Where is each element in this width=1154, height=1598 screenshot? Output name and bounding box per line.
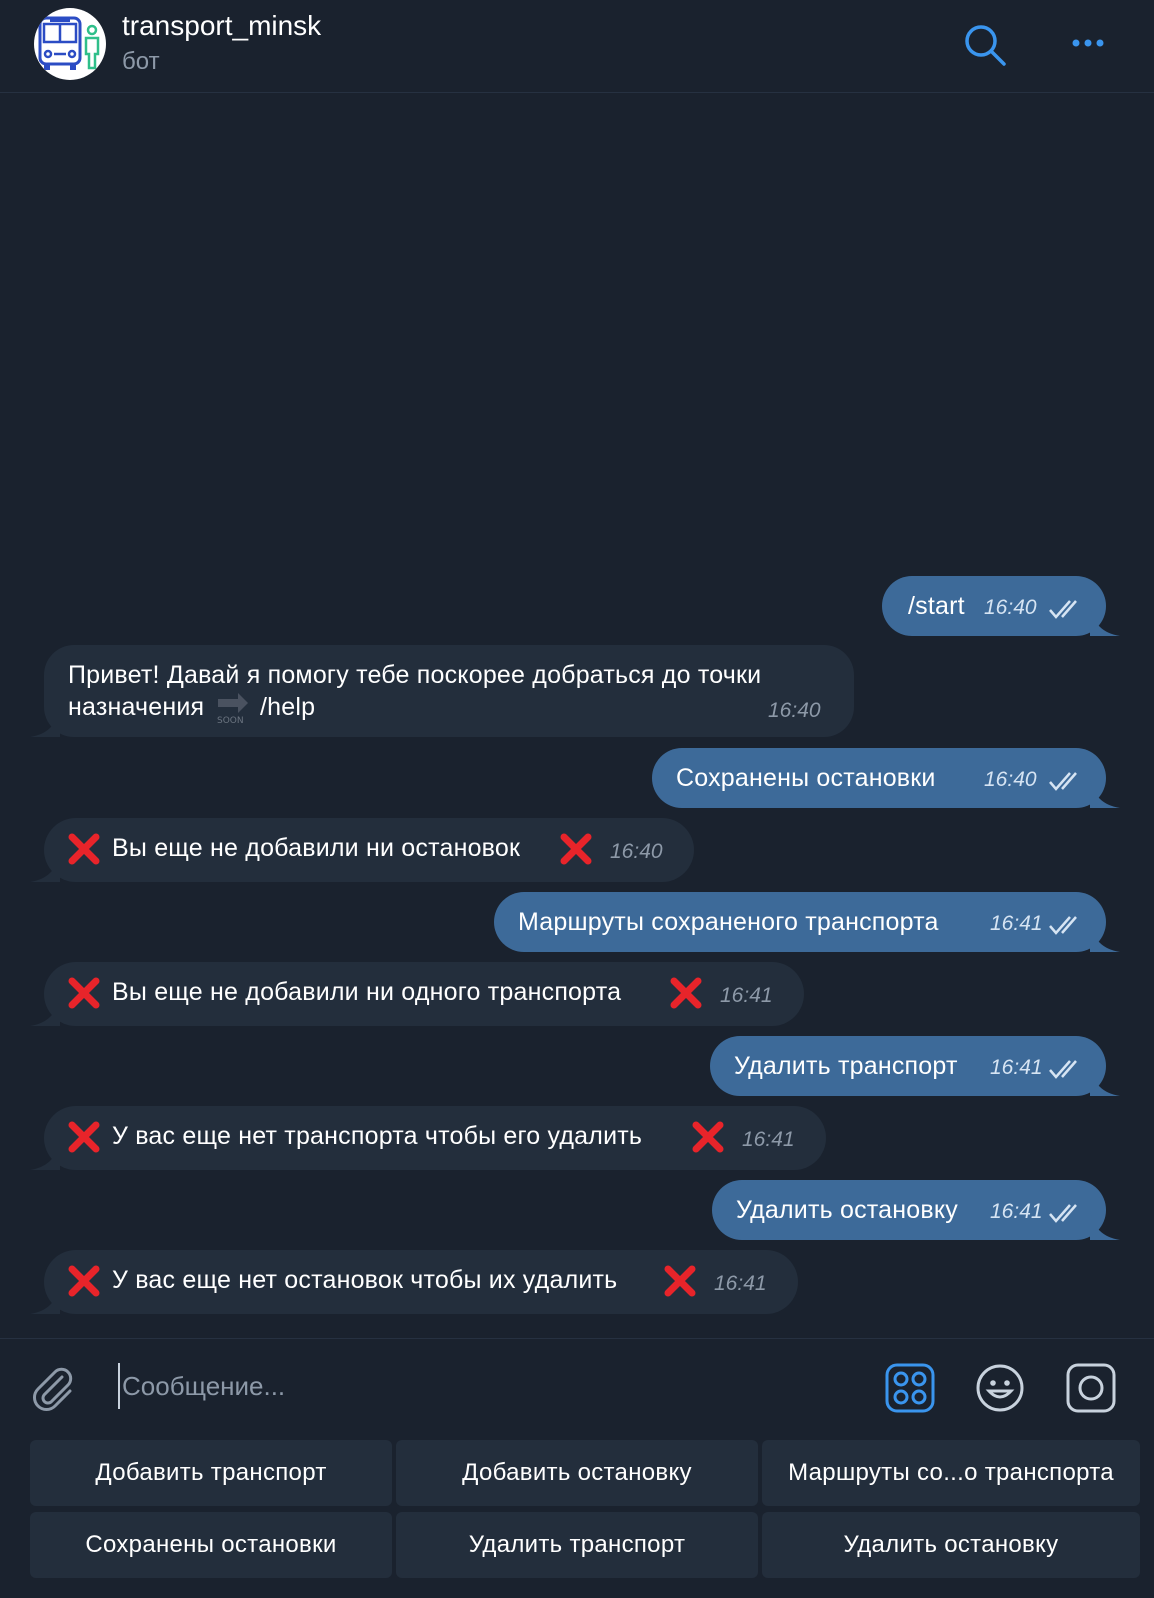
message-text: Удалить остановку [736,1196,958,1224]
bubble-tail [1090,1066,1120,1096]
bubble-tail [1090,778,1120,808]
cross-mark-icon [664,1265,696,1297]
bubble-tail [1090,922,1120,952]
message-input[interactable] [118,1363,838,1409]
double-check-icon [1049,1204,1077,1223]
message-time: 16:40 [768,699,821,722]
message-time: 16:40 [610,840,663,863]
message-text: У вас еще нет транспорта чтобы его удали… [112,1122,643,1150]
incoming-message[interactable]: Привет! Давай я помогу тебе поскорее доб… [30,645,854,737]
search-icon[interactable] [962,22,1008,68]
message-time: 16:41 [990,912,1043,935]
outgoing-message[interactable]: /start 16:40 [882,576,1120,636]
cross-mark-icon [692,1121,724,1153]
chat-subtitle: бот [122,48,160,75]
bubble-tail [1090,606,1120,636]
message-text: назначения [68,693,205,721]
double-check-icon [1049,772,1077,791]
emoji-icon[interactable] [975,1363,1025,1413]
bubble-tail [30,996,60,1026]
bus-logo-icon [38,16,100,70]
more-dots-icon[interactable] [1068,30,1112,56]
message-time: 16:41 [720,984,773,1007]
outgoing-message[interactable]: Удалить транспорт 16:41 [710,1036,1120,1096]
bubble-tail [1090,1210,1120,1240]
outgoing-message[interactable]: Сохранены остановки 16:40 [652,748,1120,808]
message-time: 16:41 [714,1272,767,1295]
keyboard-button-saved-routes[interactable]: Маршруты со...о транспорта [762,1440,1140,1506]
cross-mark-icon [68,833,100,865]
message-text: Вы еще не добавили ни остановок [112,834,521,862]
sticker-icon[interactable] [1066,1363,1116,1413]
cross-mark-icon [68,1265,100,1297]
paperclip-icon[interactable] [26,1361,78,1413]
bot-commands-icon[interactable] [885,1363,935,1413]
keyboard-button-add-transport[interactable]: Добавить транспорт [30,1440,392,1506]
message-time: 16:41 [990,1200,1043,1223]
bubble-tail [30,1284,60,1314]
message-time: 16:40 [984,768,1037,791]
bot-avatar[interactable] [34,8,106,80]
double-check-icon [1049,1060,1077,1079]
keyboard-button-saved-stops[interactable]: Сохранены остановки [30,1512,392,1578]
incoming-message[interactable]: У вас еще нет остановок чтобы их удалить… [30,1250,798,1314]
cross-mark-icon [560,833,592,865]
message-text: У вас еще нет остановок чтобы их удалить [112,1266,618,1294]
incoming-message[interactable]: Вы еще не добавили ни остановок 16:40 [30,818,694,882]
message-composer [0,1338,1154,1438]
double-check-icon [1049,916,1077,935]
outgoing-message[interactable]: Удалить остановку 16:41 [712,1180,1120,1240]
keyboard-button-delete-transport[interactable]: Удалить транспорт [396,1512,758,1578]
message-text: Удалить транспорт [734,1052,958,1080]
bubble-tail [30,707,60,737]
chat-header: transport_minsk бот [0,0,1154,93]
message-text: Привет! Давай я помогу тебе поскорее доб… [68,661,762,689]
double-check-icon [1049,600,1077,619]
bubble-tail [30,1140,60,1170]
incoming-message[interactable]: У вас еще нет транспорта чтобы его удали… [30,1106,826,1170]
keyboard-button-add-stop[interactable]: Добавить остановку [396,1440,758,1506]
incoming-message[interactable]: Вы еще не добавили ни одного транспорта … [30,962,804,1026]
cross-mark-icon [68,1121,100,1153]
chat-title: transport_minsk [122,10,322,41]
help-command-link[interactable]: /help [260,693,315,722]
message-text: Сохранены остановки [676,764,936,792]
outgoing-message[interactable]: Маршруты сохраненого транспорта 16:41 [494,892,1120,952]
svg-text:SOON: SOON [217,716,244,725]
message-time: 16:40 [984,596,1037,619]
message-time: 16:41 [742,1128,795,1151]
soon-arrow-emoji: SOON [216,691,250,726]
cross-mark-icon [68,977,100,1009]
message-text: Маршруты сохраненого транспорта [518,908,939,936]
bubble-tail [30,852,60,882]
keyboard-button-delete-stop[interactable]: Удалить остановку [762,1512,1140,1578]
message-time: 16:41 [990,1056,1043,1079]
cross-mark-icon [670,977,702,1009]
message-text: Вы еще не добавили ни одного транспорта [112,978,622,1006]
command-link[interactable]: /start [908,592,965,621]
